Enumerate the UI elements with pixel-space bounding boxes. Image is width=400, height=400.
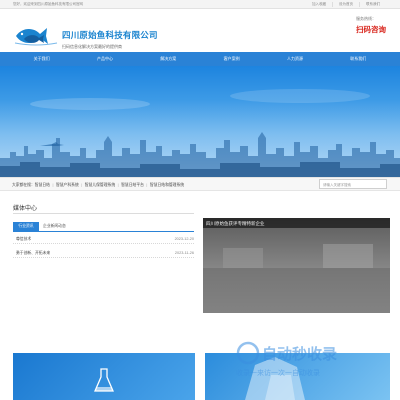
- separator: |: [52, 182, 54, 187]
- news-title: 尊信技术: [16, 237, 32, 241]
- hot-link-5[interactable]: 智慧日结和管理系统: [150, 183, 184, 188]
- nav-cases[interactable]: 客户案例: [224, 56, 240, 62]
- hot-link-3[interactable]: 智慧儿保管理系统: [85, 183, 115, 188]
- hot-link-4[interactable]: 智慧日结平台: [121, 183, 144, 188]
- news-row[interactable]: 勇于创新、开拓未来 2023-11-26: [13, 248, 194, 258]
- breadcrumb: 大家都在搜： 智慧日结 | 智慧产科系统 | 智慧儿保管理系统 | 智慧日结平台 | 智…: [12, 183, 184, 188]
- news-date: 2023-12-20: [174, 237, 194, 241]
- nav-contact[interactable]: 联系我们: [350, 56, 366, 62]
- nav-about[interactable]: 关于我们: [34, 56, 50, 62]
- tab-company-news[interactable]: 企业新闻动态: [43, 222, 66, 231]
- separator: |: [81, 182, 83, 187]
- set-homepage-link[interactable]: 设为首页: [332, 2, 359, 7]
- add-favorite-link[interactable]: 加入收藏: [306, 2, 332, 7]
- separator: |: [146, 182, 148, 187]
- news-date: 2023-11-26: [174, 251, 194, 255]
- qr-consult-link[interactable]: 扫码咨询: [356, 24, 386, 35]
- section-title: 媒体中心: [13, 206, 38, 212]
- brand-name: 四川原始鱼科技有限公司: [62, 30, 158, 40]
- tab-industry-news[interactable]: 行业资讯: [13, 222, 39, 231]
- nav-hr[interactable]: 人力资源: [287, 56, 303, 62]
- news-title: 勇于创新、开拓未来: [16, 251, 51, 255]
- watermark-logo-icon: 自动秒收录 收录一来访一次一自动收录: [236, 341, 337, 377]
- news-row[interactable]: 尊信技术 2023-12-20: [13, 234, 194, 244]
- divider: [13, 231, 194, 232]
- top-bar: 您好，欢迎来到四川原始鱼科技有限公司官网 加入收藏 设为首页 联系我们: [0, 0, 400, 9]
- solution-card-left[interactable]: [13, 353, 195, 400]
- brand-slogan: 扫码信息化解决方案最好的提供商: [62, 44, 122, 49]
- welcome-text: 您好，欢迎来到四川原始鱼科技有限公司官网: [13, 2, 83, 6]
- featured-news-caption: 四川原始鱼获评专精特新企业: [203, 218, 390, 228]
- site-header: 四川原始鱼科技有限公司 扫码信息化解决方案最好的提供商: [0, 9, 400, 52]
- hotline-box: 服务热线： 扫码咨询: [356, 16, 386, 35]
- divider: [13, 213, 194, 214]
- fish-logo-icon[interactable]: [14, 24, 58, 46]
- main-nav: 关于我们 产品中心 解决方案 客户案例 人力资源 联系我们: [0, 52, 400, 66]
- watermark-subtitle: 收录一来访一次一自动收录: [236, 368, 320, 377]
- hot-link-1[interactable]: 智慧日结: [35, 183, 50, 188]
- hero-banner: [0, 66, 400, 177]
- top-links: 加入收藏 设为首页 联系我们: [306, 2, 386, 7]
- search-input[interactable]: 请输入关键字搜索: [319, 179, 387, 189]
- hotline-label: 服务热线：: [356, 16, 376, 21]
- hot-link-2[interactable]: 智慧产科系统: [56, 183, 79, 188]
- contact-link[interactable]: 联系我们: [359, 2, 386, 7]
- event-photo: [203, 244, 390, 313]
- watermark-title: 自动秒收录: [262, 345, 337, 363]
- flask-icon: [94, 368, 114, 392]
- featured-news-image[interactable]: 四川原始鱼获评专精特新企业: [203, 218, 390, 313]
- separator: |: [117, 182, 119, 187]
- hot-search-label: 大家都在搜：: [12, 182, 35, 187]
- city-skyline-image: [0, 89, 400, 177]
- nav-products[interactable]: 产品中心: [97, 56, 113, 62]
- nav-solutions[interactable]: 解决方案: [160, 56, 176, 62]
